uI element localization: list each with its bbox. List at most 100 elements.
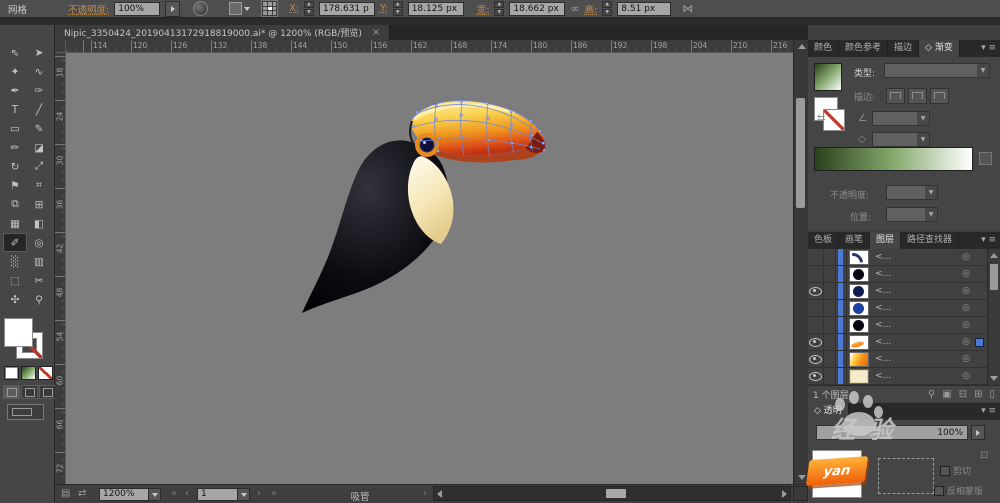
free-transform-tool[interactable]: ⌗ <box>27 176 51 195</box>
gradient-aspect-dropdown[interactable]: ▼ <box>872 132 930 147</box>
document-tab[interactable]: Nipic_3350424_20190413172918819000.ai* @… <box>55 25 391 40</box>
x-label[interactable]: X: <box>289 3 299 14</box>
gradient-tool[interactable]: ◧ <box>27 214 51 233</box>
lock-toggle[interactable] <box>824 300 836 316</box>
close-tab-icon[interactable]: × <box>372 27 380 38</box>
none-button[interactable] <box>38 366 53 380</box>
layer-target-icon[interactable]: ◎ <box>958 286 974 296</box>
canvas-area[interactable]: 114 120 126 132 138 144 150 156 162 168 174 180 186 1… <box>55 40 793 484</box>
layer-name[interactable]: <... <box>871 354 958 364</box>
panel-menu-icon[interactable]: ▾ ≡ <box>977 40 1000 57</box>
tab-渐变[interactable]: ◇ 渐变 <box>919 40 960 57</box>
lasso-tool[interactable]: ∿ <box>27 62 51 81</box>
panel-menu-icon[interactable]: ▾ ≡ <box>977 403 1000 420</box>
perspective-grid-tool[interactable]: ⊞ <box>27 195 51 214</box>
draw-normal-button[interactable] <box>3 385 20 399</box>
shape-builder-tool[interactable]: ⧉ <box>3 195 27 214</box>
artboard-number-input[interactable]: 1 <box>197 488 239 501</box>
rectangle-tool[interactable]: ▭ <box>3 119 27 138</box>
gradient-slider[interactable] <box>814 147 973 171</box>
gradient-opacity-dropdown[interactable]: ▼ <box>886 185 938 200</box>
ruler-vertical[interactable]: 18 24 30 36 42 48 54 60 66 72 <box>55 52 66 484</box>
pencil-tool[interactable]: ✏ <box>3 138 27 157</box>
layer-name[interactable]: <... <box>871 269 958 279</box>
y-input[interactable]: 18.125 px <box>407 1 464 16</box>
zoom-dropdown-button[interactable] <box>148 488 161 501</box>
delete-layer-icon[interactable]: ▯ <box>989 389 995 400</box>
visibility-toggle[interactable] <box>808 266 824 282</box>
height-input[interactable]: 8.51 px <box>617 1 672 16</box>
toucan-artwork[interactable] <box>300 93 555 318</box>
eraser-tool[interactable]: ◪ <box>27 138 51 157</box>
gradient-button[interactable] <box>21 366 36 380</box>
column-graph-tool[interactable]: ▥ <box>27 252 51 271</box>
layer-target-icon[interactable]: ◎ <box>958 269 974 279</box>
visibility-toggle[interactable] <box>808 300 824 316</box>
new-layer-icon[interactable]: ⊞ <box>974 389 982 400</box>
new-sublayer-icon[interactable]: ⊟ <box>959 389 967 400</box>
symbol-sprayer-tool[interactable]: ░ <box>3 252 27 271</box>
layer-name[interactable]: <... <box>871 371 958 381</box>
artboard-dropdown-button[interactable] <box>237 488 250 501</box>
lock-toggle[interactable] <box>824 368 836 384</box>
tab-透明[interactable]: ◇ 透明 <box>808 403 849 420</box>
lock-toggle[interactable] <box>824 283 836 299</box>
tab-图层[interactable]: 图层 <box>870 232 902 249</box>
layer-target-icon[interactable]: ◎ <box>958 320 974 330</box>
scroll-left-icon[interactable] <box>437 490 442 498</box>
layer-target-icon[interactable]: ◎ <box>958 303 974 313</box>
draw-behind-button[interactable] <box>21 385 38 399</box>
layer-target-icon[interactable]: ◎ <box>958 371 974 381</box>
mesh-tool[interactable]: ▦ <box>3 214 27 233</box>
blend-tool[interactable]: ◎ <box>27 233 51 252</box>
line-segment-tool[interactable]: ╱ <box>27 100 51 119</box>
invert-mask-checkbox-row[interactable]: 反相蒙版 <box>934 484 983 497</box>
height-stepper[interactable]: ▲ ▼ <box>602 1 613 16</box>
gradient-annotator-icon[interactable] <box>979 152 992 165</box>
visibility-toggle[interactable] <box>808 317 824 333</box>
status-expand-icon[interactable]: › <box>423 488 427 499</box>
opacity-spinner-button[interactable] <box>971 425 985 440</box>
link-dimensions-icon[interactable]: ∞ <box>570 2 579 15</box>
last-artboard-button[interactable]: » <box>271 488 277 499</box>
checkbox-icon[interactable] <box>940 465 950 476</box>
horizontal-scroll-thumb[interactable] <box>606 489 626 498</box>
status-icon-2[interactable]: ⇄ <box>78 488 86 499</box>
layer-target-icon[interactable]: ◎ <box>958 337 974 347</box>
gradient-position-dropdown[interactable]: ▼ <box>886 207 938 222</box>
lock-toggle[interactable] <box>824 351 836 367</box>
layer-name[interactable]: <... <box>871 252 958 262</box>
opacity-label[interactable]: 不透明度: <box>68 2 109 16</box>
reverse-gradient-icon[interactable]: ⇆ <box>817 113 825 124</box>
lock-toggle[interactable] <box>824 317 836 333</box>
stroke-along-button[interactable] <box>908 88 927 104</box>
layer-target-icon[interactable]: ◎ <box>958 252 974 262</box>
checkbox-icon[interactable] <box>934 485 944 496</box>
screen-mode-button[interactable] <box>7 404 44 420</box>
color-button[interactable] <box>4 366 19 380</box>
zoom-tool[interactable]: ⚲ <box>27 290 51 309</box>
opacity-input[interactable]: 100% <box>114 1 161 16</box>
height-label[interactable]: 高: <box>585 2 598 16</box>
link-mask-icon[interactable]: ⊡ <box>980 450 988 461</box>
visibility-toggle[interactable] <box>808 249 824 265</box>
layers-scrollbar[interactable] <box>987 249 1000 385</box>
gradient-angle-dropdown[interactable]: ▼ <box>872 111 930 126</box>
stroke-across-button[interactable] <box>930 88 949 104</box>
scroll-up-icon[interactable] <box>990 253 998 258</box>
hand-tool[interactable]: ✣ <box>3 290 27 309</box>
lock-toggle[interactable] <box>824 249 836 265</box>
gradient-stroke-proxy[interactable] <box>823 109 845 131</box>
tab-描边[interactable]: 描边 <box>888 40 920 57</box>
shear-transform-icon[interactable]: ⋈ <box>682 2 693 15</box>
x-stepper[interactable]: ▲ ▼ <box>303 1 314 16</box>
layer-name[interactable]: <... <box>871 337 958 347</box>
layer-target-icon[interactable]: ◎ <box>958 354 974 364</box>
slice-tool[interactable]: ✂ <box>27 271 51 290</box>
magic-wand-tool[interactable]: ✦ <box>3 62 27 81</box>
tab-颜色[interactable]: 颜色 <box>808 40 840 57</box>
layer-row[interactable]: <... ◎ <box>808 300 987 317</box>
prev-artboard-button[interactable]: ‹ <box>185 488 189 499</box>
artboard-tool[interactable]: ⬚ <box>3 271 27 290</box>
eyedropper-tool[interactable]: ✐ <box>3 233 27 252</box>
